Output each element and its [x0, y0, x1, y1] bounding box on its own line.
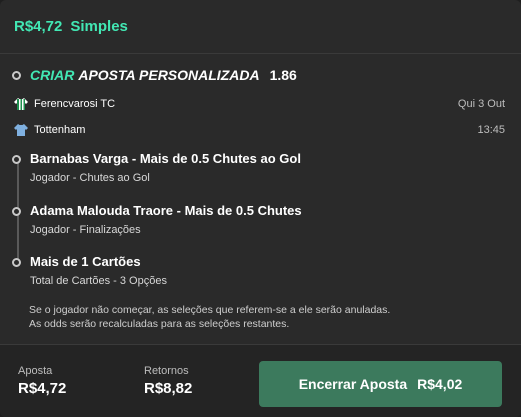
stake-value: R$4,72	[18, 380, 67, 397]
match-time: 13:45	[477, 124, 505, 136]
stake-label: Aposta	[18, 365, 53, 377]
leg-item: Barnabas Varga - Mais de 0.5 Chutes ao G…	[12, 150, 505, 186]
cash-out-label: Encerrar Aposta	[298, 376, 408, 392]
timeline-node-icon	[12, 155, 21, 164]
leg-title: Adama Malouda Traore - Mais de 0.5 Chute…	[30, 203, 302, 218]
returns-label: Retornos	[144, 365, 189, 377]
stake-summary: Aposta R$4,72	[18, 365, 66, 397]
leg-item: Adama Malouda Traore - Mais de 0.5 Chute…	[12, 202, 505, 238]
cash-out-button[interactable]: Encerrar Aposta R$4,02	[259, 361, 502, 407]
match-date: Qui 3 Out	[457, 98, 505, 110]
returns-value: R$8,82	[144, 380, 193, 397]
away-team-row: Tottenham 13:45	[14, 121, 505, 139]
bet-builder-label: APOSTA PERSONALIZADA	[78, 67, 260, 83]
shirt-icon	[14, 98, 28, 110]
leg-title: Mais de 1 Cartões	[30, 254, 141, 269]
selection-odds: 1.86	[269, 67, 297, 83]
void-rules-notice: Se o jogador não começar, as seleções qu…	[29, 303, 505, 331]
timeline-node-icon	[12, 258, 21, 267]
leg-item: Mais de 1 Cartões Total de Cartões - 3 O…	[12, 253, 505, 289]
home-team-name: Ferencvarosi TC	[34, 98, 116, 110]
cash-out-value: R$4,02	[417, 376, 463, 392]
selection-title: CRIAR APOSTA PERSONALIZADA 1.86	[12, 64, 505, 86]
leg-market: Jogador - Finalizações	[30, 224, 141, 236]
leg-market: Total de Cartões - 3 Opções	[30, 275, 167, 287]
bet-builder-label-highlight: CRIAR	[30, 67, 75, 83]
leg-market: Jogador - Chutes ao Gol	[30, 172, 150, 184]
returns-summary: Retornos R$8,82	[144, 365, 192, 397]
away-team-name: Tottenham	[34, 124, 86, 136]
timeline-node-icon	[12, 207, 21, 216]
home-team-row: Ferencvarosi TC Qui 3 Out	[14, 95, 505, 113]
bet-type: Simples	[70, 18, 128, 35]
bet-stake-amount: R$4,72	[14, 18, 63, 35]
shirt-icon	[14, 124, 28, 136]
notice-line: Se o jogador não começar, as seleções qu…	[29, 304, 391, 316]
bet-footer: Aposta R$4,72 Retornos R$8,82 Encerrar A…	[0, 344, 521, 417]
bet-header[interactable]: R$4,72 Simples	[0, 0, 521, 54]
leg-title: Barnabas Varga - Mais de 0.5 Chutes ao G…	[30, 151, 301, 166]
notice-line: As odds serão recalculadas para as seleç…	[29, 318, 290, 330]
bet-card: R$4,72 Simples CRIAR APOSTA PERSONALIZAD…	[0, 0, 521, 417]
timeline-node-icon	[12, 70, 21, 80]
